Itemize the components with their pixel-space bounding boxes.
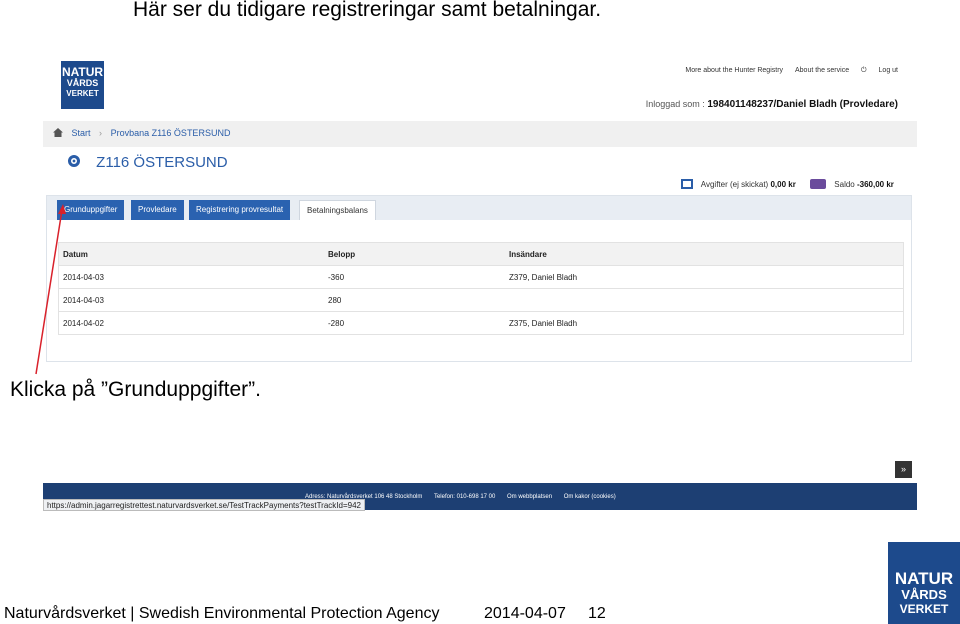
status-bar-url: https://admin.jagarregistrettest.naturva…: [43, 499, 365, 511]
naturvardsverket-logo-large: NATUR VÅRDS VERKET: [888, 542, 960, 624]
arrow-line: [35, 209, 63, 375]
link-about-website[interactable]: Om webbplatsen: [507, 494, 552, 500]
slide-footer-text: Naturvårdsverket | Swedish Environmental…: [4, 605, 440, 622]
scroll-top-button[interactable]: »: [895, 461, 912, 478]
link-cookies[interactable]: Om kakor (cookies): [564, 494, 616, 500]
arrow-head: [58, 204, 66, 214]
slide-footer-date: 2014-04-07: [484, 605, 566, 622]
pointer-arrow: [35, 204, 66, 375]
slide-page-number: 12: [588, 605, 606, 622]
